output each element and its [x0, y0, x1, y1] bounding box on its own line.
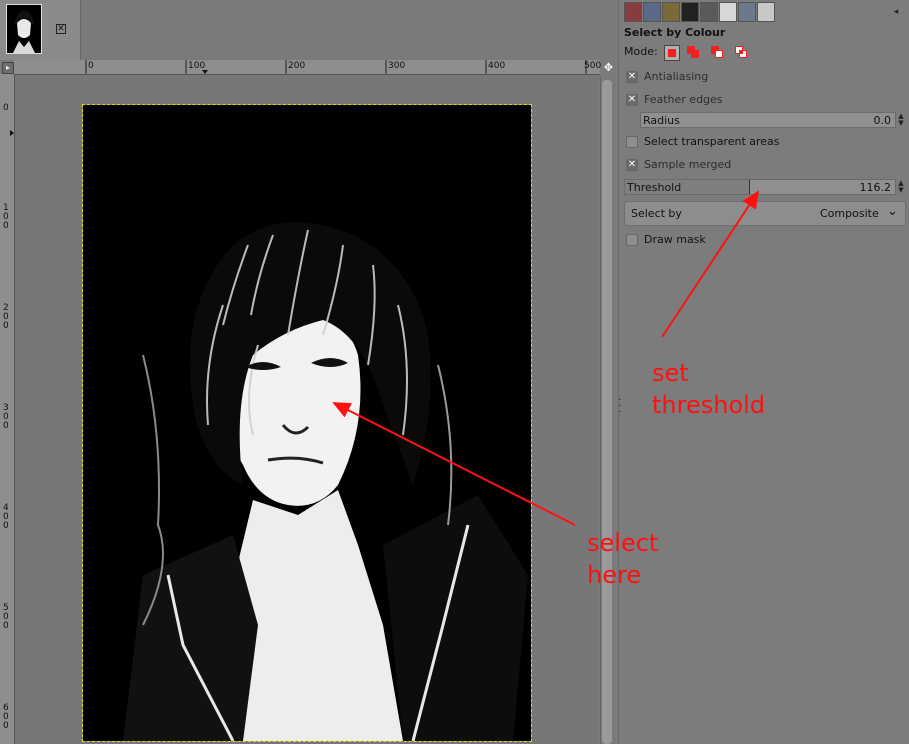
threshold-arrow — [661, 190, 760, 338]
annotation-arrows — [332, 190, 760, 526]
threshold-annotation: set threshold — [652, 359, 766, 419]
select-arrow — [332, 402, 576, 526]
select-annotation: select here — [587, 529, 659, 589]
